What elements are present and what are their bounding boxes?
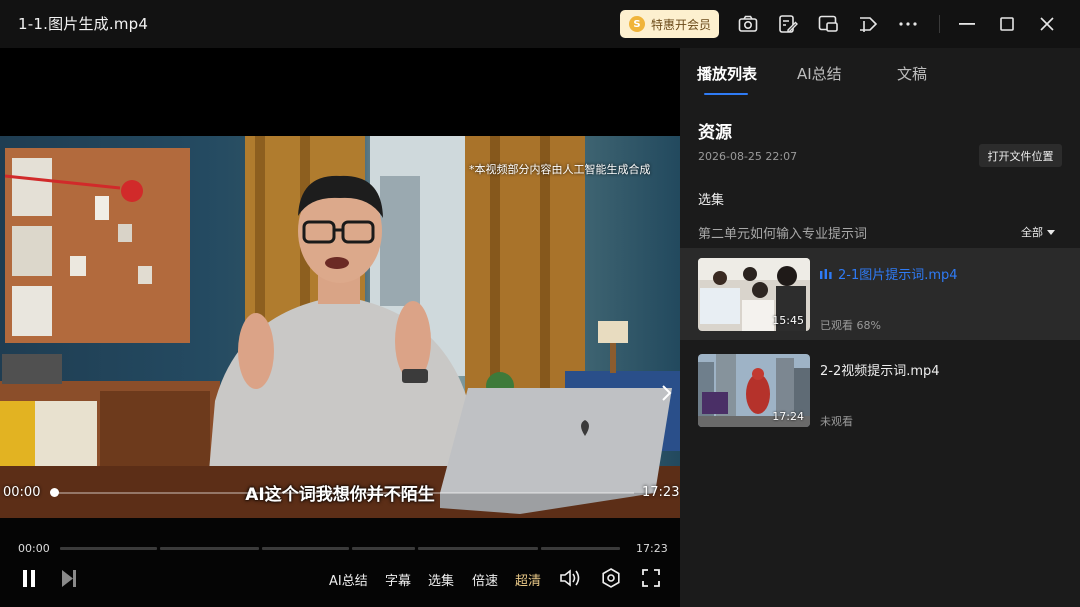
video-frame bbox=[0, 136, 680, 518]
resources-heading: 资源 bbox=[698, 123, 732, 143]
filter-label: 全部 bbox=[1021, 226, 1043, 239]
playlist-item-title: 2-1图片提示词.mp4 bbox=[820, 264, 958, 283]
playlist-item-title: 2-2视频提示词.mp4 bbox=[820, 360, 940, 379]
ai-generated-notice: *本视频部分内容由人工智能生成合成 bbox=[469, 163, 651, 176]
maximize-icon[interactable] bbox=[995, 12, 1019, 36]
open-file-location-button[interactable]: 打开文件位置 bbox=[979, 144, 1062, 167]
vip-coin-icon: S bbox=[629, 16, 645, 32]
episodes-button[interactable]: 选集 bbox=[428, 570, 454, 589]
playlist-item[interactable]: 17:24 2-2视频提示词.mp4 未观看 bbox=[680, 344, 1080, 436]
video-duration: 15:45 bbox=[772, 314, 804, 327]
playback-speed-button[interactable]: 倍速 bbox=[472, 570, 498, 589]
current-time: 00:00 bbox=[18, 542, 50, 555]
progress-segment[interactable] bbox=[418, 547, 538, 550]
tab-transcript[interactable]: 文稿 bbox=[897, 63, 927, 84]
screenshot-camera-icon[interactable] bbox=[736, 12, 760, 36]
video-thumbnail: 15:45 bbox=[698, 258, 810, 331]
video-scene-illustration bbox=[0, 136, 680, 518]
close-icon[interactable] bbox=[1035, 12, 1059, 36]
tab-ai-summary[interactable]: AI总结 bbox=[797, 63, 842, 84]
picture-in-picture-icon[interactable] bbox=[816, 12, 840, 36]
settings-icon[interactable] bbox=[600, 568, 622, 588]
playlist-item-name: 2-1图片提示词.mp4 bbox=[838, 268, 958, 283]
video-duration: 17:24 bbox=[772, 410, 804, 423]
fullscreen-icon[interactable] bbox=[641, 568, 661, 588]
resources-date: 2026-08-25 22:07 bbox=[698, 150, 798, 163]
cast-share-icon[interactable] bbox=[856, 12, 880, 36]
progress-segment[interactable] bbox=[352, 547, 415, 550]
control-bar: 00:00 17:23 AI总结 字幕 选集 倍速 超清 bbox=[0, 518, 680, 607]
quality-button[interactable]: 超清 bbox=[515, 570, 541, 589]
minimize-icon[interactable] bbox=[955, 12, 979, 36]
note-edit-icon[interactable] bbox=[776, 12, 800, 36]
vip-membership-button[interactable]: S 特惠开会员 bbox=[620, 10, 719, 38]
pause-icon[interactable] bbox=[20, 568, 38, 588]
progress-segment[interactable] bbox=[160, 547, 259, 550]
captions-button[interactable]: 字幕 bbox=[385, 570, 411, 589]
more-options-icon[interactable] bbox=[896, 12, 920, 36]
filter-dropdown[interactable]: 全部 bbox=[1021, 224, 1055, 240]
progress-segment[interactable] bbox=[262, 547, 349, 550]
playlist-item[interactable]: 15:45 2-1图片提示词.mp4 已观看 68% bbox=[680, 248, 1080, 340]
active-tab-indicator bbox=[704, 93, 748, 95]
next-track-icon[interactable] bbox=[60, 568, 78, 588]
video-thumbnail: 17:24 bbox=[698, 354, 810, 427]
volume-icon[interactable] bbox=[559, 568, 581, 588]
title-bar: 1-1.图片生成.mp4 S 特惠开会员 bbox=[0, 0, 1080, 48]
progress-segment[interactable] bbox=[60, 547, 157, 550]
overlay-progress-track[interactable] bbox=[54, 492, 634, 494]
watch-status: 已观看 68% bbox=[820, 319, 881, 332]
now-playing-icon bbox=[820, 268, 832, 279]
overlay-progress-knob[interactable] bbox=[50, 488, 59, 497]
collection-heading: 选集 bbox=[698, 193, 725, 208]
titlebar-divider bbox=[939, 15, 940, 33]
playlist-sidebar: 播放列表 AI总结 文稿 资源 2026-08-25 22:07 打开文件位置 … bbox=[680, 48, 1080, 607]
vip-membership-label: 特惠开会员 bbox=[651, 17, 712, 32]
playlist-item-name: 2-2视频提示词.mp4 bbox=[820, 364, 940, 379]
tab-playlist[interactable]: 播放列表 bbox=[697, 63, 757, 84]
overlay-total-time: 17:23 bbox=[642, 485, 680, 500]
ai-summary-button[interactable]: AI总结 bbox=[329, 570, 368, 589]
unit-title: 第二单元如何输入专业提示词 bbox=[698, 227, 868, 242]
caret-down-icon bbox=[1047, 229, 1055, 235]
total-time: 17:23 bbox=[636, 542, 668, 555]
next-frame-arrow-icon[interactable] bbox=[656, 382, 676, 404]
window-title: 1-1.图片生成.mp4 bbox=[18, 15, 149, 33]
watch-status: 未观看 bbox=[820, 415, 853, 428]
progress-segment[interactable] bbox=[541, 547, 620, 550]
overlay-current-time: 00:00 bbox=[3, 485, 41, 500]
